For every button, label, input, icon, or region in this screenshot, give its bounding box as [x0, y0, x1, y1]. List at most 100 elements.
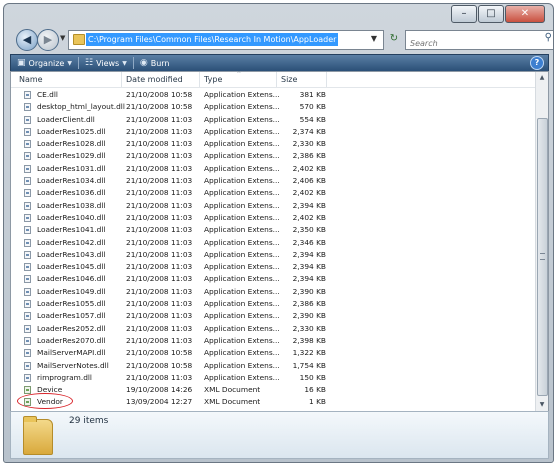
- file-row[interactable]: LoaderClient.dll 21/10/2008 11:03 Applicat…: [11, 114, 535, 126]
- dll-file-icon: [24, 189, 31, 198]
- minimize-button[interactable]: –: [451, 5, 477, 23]
- address-dropdown-icon[interactable]: ▼: [371, 34, 377, 43]
- forward-button[interactable]: ▶: [37, 29, 59, 51]
- file-size: 2,402 KB: [292, 212, 326, 222]
- organize-button[interactable]: ▣ Organize ▼: [11, 55, 78, 71]
- file-row[interactable]: Vendor 13/09/2004 12:27 XML Document 1 KB: [11, 393, 535, 410]
- views-label: Views: [96, 58, 120, 68]
- file-row[interactable]: LoaderRes1043.dll 21/10/2008 11:03 Applica…: [11, 249, 535, 261]
- file-size: 2,390 KB: [292, 286, 326, 296]
- file-row[interactable]: LoaderRes2052.dll 21/10/2008 11:03 Applica…: [11, 323, 535, 335]
- file-name[interactable]: MailServerNotes.dll: [37, 360, 109, 372]
- dll-file-icon: [24, 140, 31, 149]
- file-name[interactable]: Vendor: [37, 396, 63, 408]
- file-name[interactable]: Device: [37, 384, 62, 396]
- column-date-modified[interactable]: Date modified: [122, 72, 200, 87]
- file-row[interactable]: LoaderRes2070.dll 21/10/2008 11:03 Applica…: [11, 335, 535, 347]
- file-size: 2,386 KB: [292, 151, 326, 161]
- help-icon[interactable]: ?: [530, 56, 544, 70]
- file-name[interactable]: LoaderRes1043.dll: [37, 249, 105, 261]
- file-row[interactable]: LoaderRes1038.dll 21/10/2008 11:03 Applica…: [11, 200, 535, 212]
- file-row[interactable]: MailServerMAPI.dll 21/10/2008 10:58 Applic…: [11, 347, 535, 359]
- file-name[interactable]: LoaderRes1031.dll: [37, 163, 105, 175]
- file-row[interactable]: LoaderRes1049.dll 21/10/2008 11:03 Applica…: [11, 286, 535, 298]
- file-type: Application Extens...: [204, 372, 280, 382]
- sort-indicator-icon: ⌃: [236, 70, 242, 78]
- organize-icon: ▣: [17, 58, 26, 68]
- file-name[interactable]: LoaderClient.dll: [37, 114, 95, 126]
- file-row[interactable]: LoaderRes1025.dll 21/10/2008 11:03 Applica…: [11, 126, 535, 138]
- explorer-window: – □ ✕ ◀ ▶ ▼ C:\Program Files\Common File…: [3, 3, 554, 463]
- dll-file-icon: [24, 349, 31, 358]
- file-name[interactable]: LoaderRes1045.dll: [37, 261, 105, 273]
- views-button[interactable]: ☷ Views ▼: [79, 55, 133, 71]
- file-type: Application Extens...: [204, 225, 280, 235]
- search-icon[interactable]: ⚲: [545, 32, 552, 43]
- recent-pages-dropdown[interactable]: ▼: [60, 34, 65, 42]
- file-name[interactable]: desktop_html_layout.dll: [37, 101, 125, 113]
- file-row[interactable]: CE.dll 21/10/2008 10:58 Application Extens…: [11, 89, 535, 101]
- file-date-modified: 21/10/2008 11:03: [126, 163, 193, 173]
- file-type: Application Extens...: [204, 114, 280, 124]
- file-name[interactable]: LoaderRes1034.dll: [37, 175, 105, 187]
- file-row[interactable]: LoaderRes1046.dll 21/10/2008 11:03 Applica…: [11, 273, 535, 285]
- vertical-scrollbar[interactable]: ▲ ▼: [535, 72, 548, 411]
- file-name[interactable]: CE.dll: [37, 89, 58, 101]
- file-name[interactable]: LoaderRes2070.dll: [37, 335, 105, 347]
- file-date-modified: 21/10/2008 11:03: [126, 212, 193, 222]
- file-name[interactable]: LoaderRes1025.dll: [37, 126, 105, 138]
- dll-file-icon: [24, 324, 31, 333]
- file-row[interactable]: LoaderRes1041.dll 21/10/2008 11:03 Applica…: [11, 224, 535, 236]
- file-name[interactable]: LoaderRes1029.dll: [37, 150, 105, 162]
- back-button[interactable]: ◀: [16, 29, 38, 51]
- file-row[interactable]: desktop_html_layout.dll 21/10/2008 10:58 A…: [11, 101, 535, 113]
- file-row[interactable]: LoaderRes1034.dll 21/10/2008 11:03 Applica…: [11, 175, 535, 187]
- file-name[interactable]: MailServerMAPI.dll: [37, 347, 105, 359]
- file-row[interactable]: LoaderRes1042.dll 21/10/2008 11:03 Applica…: [11, 237, 535, 249]
- burn-disc-icon: ◉: [139, 58, 148, 68]
- file-row[interactable]: LoaderRes1045.dll 21/10/2008 11:03 Applica…: [11, 261, 535, 273]
- file-name[interactable]: LoaderRes1038.dll: [37, 200, 105, 212]
- file-type: Application Extens...: [204, 200, 280, 210]
- address-bar[interactable]: C:\Program Files\Common Files\Research I…: [68, 30, 384, 50]
- file-row[interactable]: LoaderRes1028.dll 21/10/2008 11:03 Applica…: [11, 138, 535, 150]
- file-row[interactable]: rimprogram.dll 21/10/2008 11:03 Applicatio…: [11, 372, 535, 384]
- file-row[interactable]: MailServerNotes.dll 21/10/2008 10:58 Appli…: [11, 360, 535, 372]
- file-name[interactable]: LoaderRes2052.dll: [37, 323, 105, 335]
- file-row[interactable]: LoaderRes1031.dll 21/10/2008 11:03 Applica…: [11, 163, 535, 175]
- scrollbar-thumb[interactable]: [537, 118, 548, 396]
- file-row[interactable]: LoaderRes1040.dll 21/10/2008 11:03 Applica…: [11, 212, 535, 224]
- close-button[interactable]: ✕: [505, 5, 545, 23]
- file-type: Application Extens...: [204, 323, 280, 333]
- scroll-down-icon[interactable]: ▼: [536, 399, 548, 411]
- column-size[interactable]: Size: [277, 72, 327, 87]
- file-row[interactable]: LoaderRes1055.dll 21/10/2008 11:03 Applica…: [11, 298, 535, 310]
- file-name[interactable]: LoaderRes1046.dll: [37, 273, 105, 285]
- file-date-modified: 13/09/2004 12:27: [126, 397, 193, 407]
- file-row[interactable]: LoaderRes1029.dll 21/10/2008 11:03 Applica…: [11, 150, 535, 162]
- file-name[interactable]: LoaderRes1028.dll: [37, 138, 105, 150]
- file-size: 2,330 KB: [292, 323, 326, 333]
- file-name[interactable]: rimprogram.dll: [37, 372, 92, 384]
- file-type: Application Extens...: [204, 212, 280, 222]
- file-name[interactable]: LoaderRes1040.dll: [37, 212, 105, 224]
- file-date-modified: 21/10/2008 11:03: [126, 151, 193, 161]
- file-row[interactable]: LoaderRes1036.dll 21/10/2008 11:03 Applica…: [11, 187, 535, 199]
- refresh-button[interactable]: ↻: [384, 30, 404, 48]
- file-name[interactable]: LoaderRes1042.dll: [37, 237, 105, 249]
- file-name[interactable]: LoaderRes1041.dll: [37, 224, 105, 236]
- address-path[interactable]: C:\Program Files\Common Files\Research I…: [86, 33, 339, 46]
- file-size: 2,394 KB: [292, 200, 326, 210]
- burn-button[interactable]: ◉ Burn: [134, 55, 176, 71]
- maximize-button[interactable]: □: [478, 5, 504, 23]
- file-row[interactable]: LoaderRes1057.dll 21/10/2008 11:03 Applica…: [11, 310, 535, 322]
- file-row[interactable]: Device 19/10/2008 14:26 XML Document 16 KB: [11, 384, 535, 396]
- column-name[interactable]: Name: [15, 72, 122, 87]
- file-name[interactable]: LoaderRes1055.dll: [37, 298, 105, 310]
- search-input[interactable]: [406, 35, 534, 52]
- file-name[interactable]: LoaderRes1057.dll: [37, 310, 105, 322]
- file-name[interactable]: LoaderRes1049.dll: [37, 286, 105, 298]
- scroll-up-icon[interactable]: ▲: [536, 72, 548, 84]
- file-name[interactable]: LoaderRes1036.dll: [37, 187, 105, 199]
- search-box[interactable]: ⚲: [405, 30, 553, 52]
